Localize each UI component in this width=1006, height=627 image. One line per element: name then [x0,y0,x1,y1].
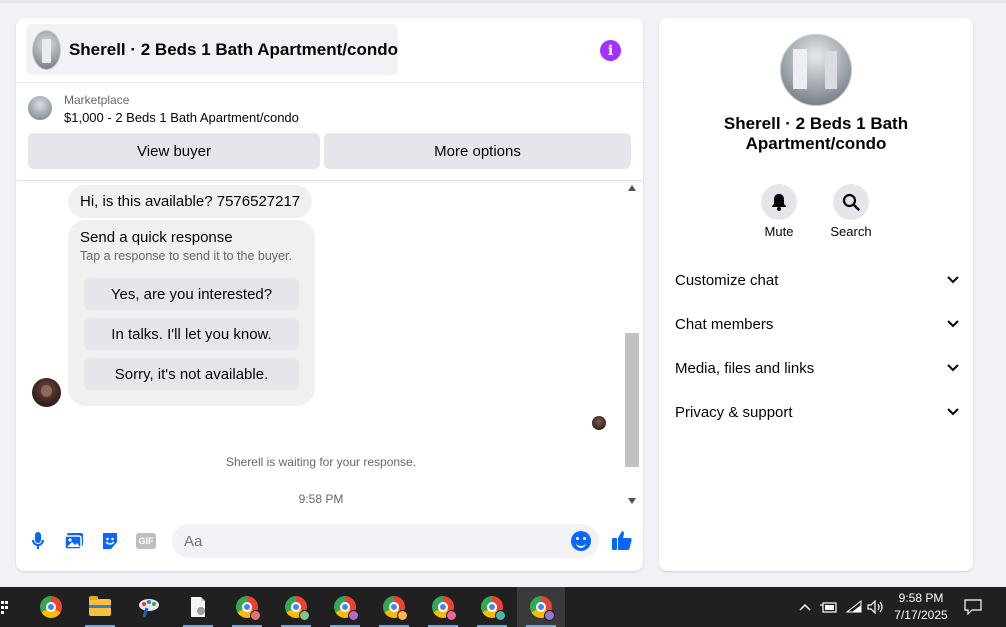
section-media-files-links[interactable]: Media, files and links [675,356,959,380]
read-receipt-avatar [592,416,606,430]
section-privacy-support[interactable]: Privacy & support [675,400,959,424]
section-label: Customize chat [675,271,779,289]
gif-icon[interactable]: GIF [136,531,156,551]
chrome-icon[interactable] [27,587,75,627]
chevron-down-icon [947,408,959,416]
volume-icon[interactable] [866,587,886,627]
quick-response-title: Send a quick response [80,229,233,246]
chrome-profile-icon[interactable] [321,587,369,627]
wifi-icon[interactable] [844,587,864,627]
chevron-down-icon [947,364,959,372]
section-label: Privacy & support [675,403,793,421]
listing-thumbnail [28,96,52,120]
conversation-title: Sherell · 2 Beds 1 Bath Apartment/condo [723,114,909,153]
chevron-down-icon [947,320,959,328]
mute-button[interactable]: Mute [749,184,809,239]
message-bubble: Hi, is this available? 7576527217 [68,185,313,218]
quick-response-option[interactable]: Sorry, it's not available. [84,358,299,390]
microphone-icon[interactable] [28,531,48,551]
view-buyer-button[interactable]: View buyer [28,133,320,169]
chat-header[interactable]: Sherell · 2 Beds 1 Bath Apartment/condo [26,24,398,75]
file-explorer-icon[interactable] [76,587,124,627]
conversation-avatar[interactable] [780,34,852,106]
listing-title: $1,000 - 2 Beds 1 Bath Apartment/condo [64,110,299,125]
chrome-profile-icon[interactable] [272,587,320,627]
message-timestamp: 9:58 PM [298,492,344,506]
scroll-thumb[interactable] [625,333,639,467]
mute-label: Mute [764,224,794,239]
sender-avatar[interactable] [32,378,61,407]
more-options-button[interactable]: More options [324,133,631,169]
chat-panel: Sherell · 2 Beds 1 Bath Apartment/condo … [16,18,643,571]
action-buttons: View buyer More options [28,133,631,169]
chrome-profile-icon[interactable] [370,587,418,627]
photo-icon[interactable] [64,531,84,551]
taskbar-clock[interactable]: 9:58 PM 7/17/2025 [885,590,957,624]
section-chat-members[interactable]: Chat members [675,312,959,336]
scroll-up-arrow-icon[interactable] [628,185,636,191]
battery-icon[interactable] [819,587,839,627]
chrome-profile-icon[interactable] [468,587,516,627]
clock-time: 9:58 PM [898,591,944,605]
search-icon [833,184,869,220]
section-customize-chat[interactable]: Customize chat [675,268,959,292]
top-border [0,0,1006,3]
search-button[interactable]: Search [821,184,881,239]
chevron-up-icon[interactable] [796,587,814,627]
task-view-icon[interactable] [0,587,10,627]
chrome-profile-icon[interactable] [419,587,467,627]
info-icon[interactable]: i [600,40,621,61]
marketplace-label: Marketplace [64,93,130,107]
chrome-profile-icon[interactable] [517,587,565,627]
section-label: Chat members [675,315,774,333]
emoji-icon[interactable] [571,531,591,551]
quick-response-option[interactable]: Yes, are you interested? [84,278,299,310]
document-icon[interactable] [174,587,222,627]
search-label: Search [830,224,872,239]
chevron-down-icon [947,276,959,284]
sticker-icon[interactable] [100,531,120,551]
waiting-status: Sherell is waiting for your response. [225,455,417,469]
notification-icon[interactable] [962,587,984,627]
quick-response-option[interactable]: In talks. I'll let you know. [84,318,299,350]
scrollbar[interactable] [625,181,642,511]
section-label: Media, files and links [675,359,815,377]
bell-icon [761,184,797,220]
clock-date: 7/17/2025 [894,608,948,622]
chat-title: Sherell · 2 Beds 1 Bath Apartment/condo [68,39,398,59]
chrome-profile-icon[interactable] [223,587,271,627]
quick-response-subtitle: Tap a response to send it to the buyer. [80,249,292,263]
listing-avatar [32,29,61,70]
quick-response-card: Send a quick response Tap a response to … [68,220,315,406]
divider [16,180,643,181]
thumbs-up-icon[interactable] [611,529,633,551]
composer: GIF [16,523,643,559]
paint-icon[interactable] [125,587,173,627]
marketplace-listing[interactable]: Marketplace $1,000 - 2 Beds 1 Bath Apart… [28,92,299,128]
divider [16,82,643,83]
taskbar: 9:58 PM 7/17/2025 [0,587,1006,627]
conversation-info-panel: Sherell · 2 Beds 1 Bath Apartment/condo … [659,18,973,571]
message-input[interactable] [172,524,599,558]
scroll-down-arrow-icon[interactable] [628,498,636,504]
